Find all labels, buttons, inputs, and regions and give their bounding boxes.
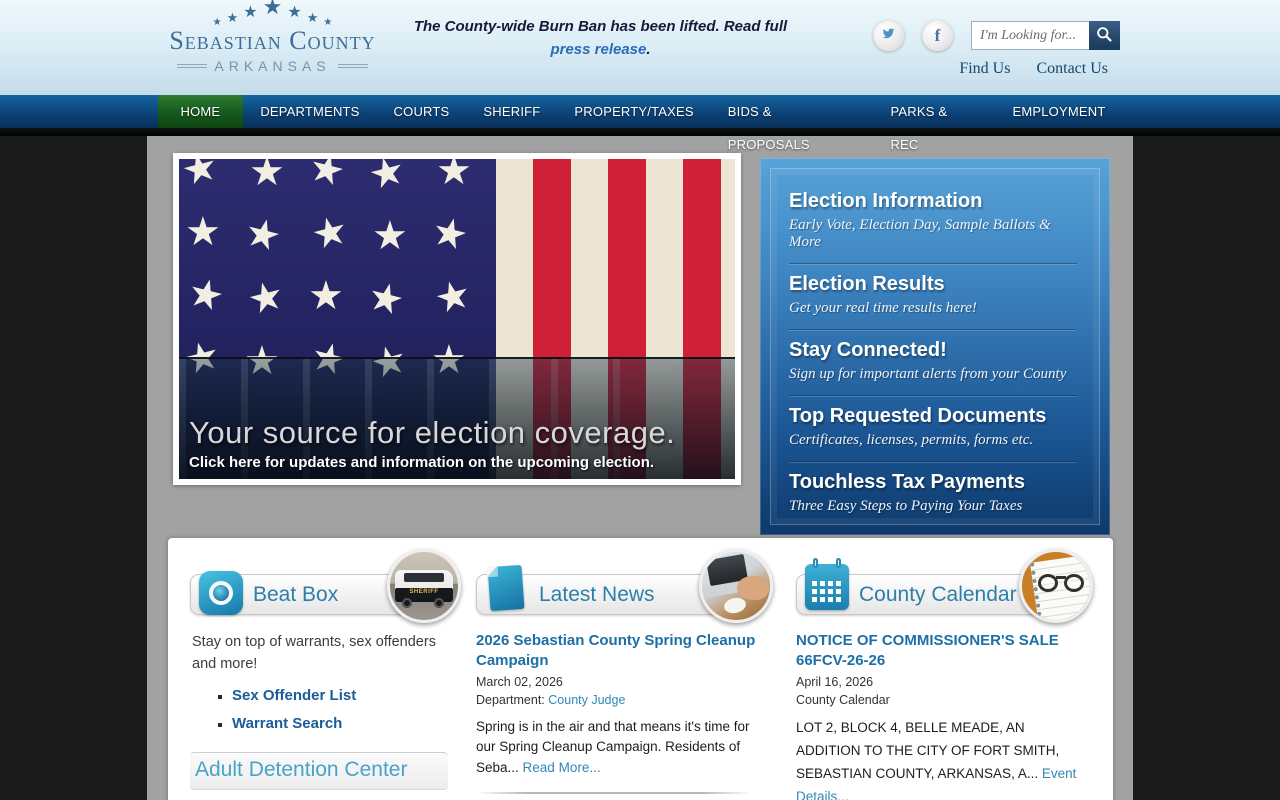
hero-election-banner[interactable]: ★★★★★★★★★★★★★★★★★★★★ Your source for ele… (173, 153, 741, 485)
news-headline-link[interactable]: 2026 Sebastian County Spring Cleanup Cam… (476, 631, 760, 670)
beat-box-section: Beat Box SHERIFF Stay on top of warrants… (190, 574, 448, 800)
search-button[interactable] (1089, 21, 1120, 50)
facebook-button[interactable]: f (922, 20, 953, 51)
sidebar-item-top-requested-documents[interactable]: Top Requested Documents Certificates, li… (789, 396, 1077, 462)
beat-box-header: Beat Box SHERIFF (190, 574, 448, 615)
notice-text-before: The County-wide Burn Ban has been lifted… (414, 18, 787, 35)
nav-item-property-taxes[interactable]: PROPERTY/TAXES (557, 95, 710, 128)
press-release-link[interactable]: press release (550, 41, 646, 58)
search-input[interactable] (971, 21, 1089, 50)
hero-caption-title: Your source for election coverage. (189, 415, 725, 451)
news-excerpt: Spring is in the air and that means it's… (476, 717, 760, 778)
news-date: March 02, 2026 (476, 674, 760, 692)
sidebar-item-election-results[interactable]: Election Results Get your real time resu… (789, 264, 1077, 330)
sidebar-item-election-information[interactable]: Election Information Early Vote, Electio… (789, 181, 1077, 264)
nav-shadow (0, 128, 1280, 136)
beat-box-intro: Stay on top of warrants, sex offenders a… (192, 631, 448, 676)
twitter-button[interactable] (873, 20, 904, 51)
sidebar-item-touchless-tax-payments[interactable]: Touchless Tax Payments Three Easy Steps … (789, 462, 1077, 525)
news-item: 2026 Sebastian County Spring Cleanup Cam… (476, 631, 760, 778)
find-us-link[interactable]: Find Us (959, 60, 1010, 78)
sidebar-item-subtitle: Three Easy Steps to Paying Your Taxes (789, 498, 1077, 515)
county-calendar-section: County Calendar NOTICE OF COMMISSIONER'S… (796, 574, 1080, 800)
glasses-notebook-photo (1019, 549, 1093, 623)
twitter-bird-icon (881, 26, 896, 46)
logo-rule-right (338, 64, 368, 68)
sidebar-item-subtitle: Early Vote, Election Day, Sample Ballots… (789, 217, 1077, 251)
event-excerpt: LOT 2, BLOCK 4, BELLE MEADE, AN ADDITION… (796, 717, 1080, 800)
divider (476, 792, 752, 794)
county-logo[interactable]: ★★★★★★★ Sebastian County ARKANSAS (165, 6, 380, 74)
hero-caption-subtitle: Click here for updates and information o… (189, 454, 725, 471)
facebook-f-icon: f (935, 26, 941, 46)
sidebar-item-subtitle: Certificates, licenses, permits, forms e… (789, 432, 1077, 449)
latest-news-section: Latest News 2026 Sebastian County Spring… (476, 574, 760, 800)
typing-laptop-photo (699, 549, 773, 623)
sidebar-item-title: Touchless Tax Payments (789, 471, 1077, 494)
event-headline-link[interactable]: NOTICE OF COMMISSIONER'S SALE 66FCV-26-2… (796, 631, 1080, 670)
news-document-icon (488, 565, 525, 611)
sidebar-item-title: Stay Connected! (789, 339, 1077, 362)
department-label: Department: (476, 693, 548, 707)
sidebar-item-stay-connected[interactable]: Stay Connected! Sign up for important al… (789, 330, 1077, 396)
adult-detention-center-header: Adult Detention Center (190, 752, 448, 790)
event-category: County Calendar (796, 692, 1080, 710)
burn-ban-notice: The County-wide Burn Ban has been lifted… (398, 16, 803, 61)
nav-item-employment[interactable]: EMPLOYMENT (995, 95, 1122, 128)
logo-state-name: ARKANSAS (214, 58, 330, 74)
nav-item-departments[interactable]: DEPARTMENTS (243, 95, 376, 128)
nav-item-courts[interactable]: COURTS (377, 95, 467, 128)
magnifier-icon (1096, 26, 1113, 46)
nav-item-home[interactable]: HOME (158, 95, 244, 128)
logo-county-name: Sebastian County (165, 28, 380, 54)
calendar-icon (805, 564, 849, 610)
calendar-event: NOTICE OF COMMISSIONER'S SALE 66FCV-26-2… (796, 631, 1080, 800)
event-date: April 16, 2026 (796, 674, 1080, 692)
news-department-row: Department: County Judge (476, 692, 760, 710)
county-calendar-header: County Calendar (796, 574, 1080, 615)
sidebar-item-subtitle: Get your real time results here! (789, 300, 1077, 317)
sheriff-vehicle-photo: SHERIFF (387, 549, 461, 623)
latest-news-header: Latest News (476, 574, 760, 615)
list-item: Warrant Search (232, 714, 448, 734)
warrant-search-link[interactable]: Warrant Search (232, 715, 342, 732)
nav-item-sheriff[interactable]: SHERIFF (466, 95, 557, 128)
flag-photo: ★★★★★★★★★★★★★★★★★★★★ Your source for ele… (179, 159, 735, 479)
logo-rule-left (177, 64, 207, 68)
nav-item-bids-proposals[interactable]: BIDS & PROPOSALS (711, 95, 874, 128)
sidebar-item-subtitle: Sign up for important alerts from your C… (789, 366, 1077, 383)
list-item: Sex Offender List (232, 686, 448, 706)
read-more-link[interactable]: Read More... (523, 760, 601, 775)
sex-offender-list-link[interactable]: Sex Offender List (232, 687, 356, 704)
contact-us-link[interactable]: Contact Us (1036, 60, 1108, 78)
sidebar-item-title: Top Requested Documents (789, 405, 1077, 428)
quick-links-sidebar: Election Information Early Vote, Electio… (760, 158, 1110, 535)
main-nav: HOME DEPARTMENTS COURTS SHERIFF PROPERTY… (0, 95, 1280, 128)
nav-item-parks-rec[interactable]: PARKS & REC (873, 95, 995, 128)
content-panel: Beat Box SHERIFF Stay on top of warrants… (168, 538, 1113, 800)
sidebar-item-title: Election Information (789, 190, 1077, 213)
site-header: ★★★★★★★ Sebastian County ARKANSAS The Co… (0, 0, 1280, 95)
beat-box-eye-icon (199, 571, 243, 615)
sheriff-photo-label: SHERIFF (396, 588, 452, 596)
notice-text-after: . (646, 41, 650, 58)
sidebar-item-title: Election Results (789, 273, 1077, 296)
department-link[interactable]: County Judge (548, 693, 625, 707)
main-content-frame: ★★★★★★★★★★★★★★★★★★★★ Your source for ele… (147, 136, 1133, 800)
